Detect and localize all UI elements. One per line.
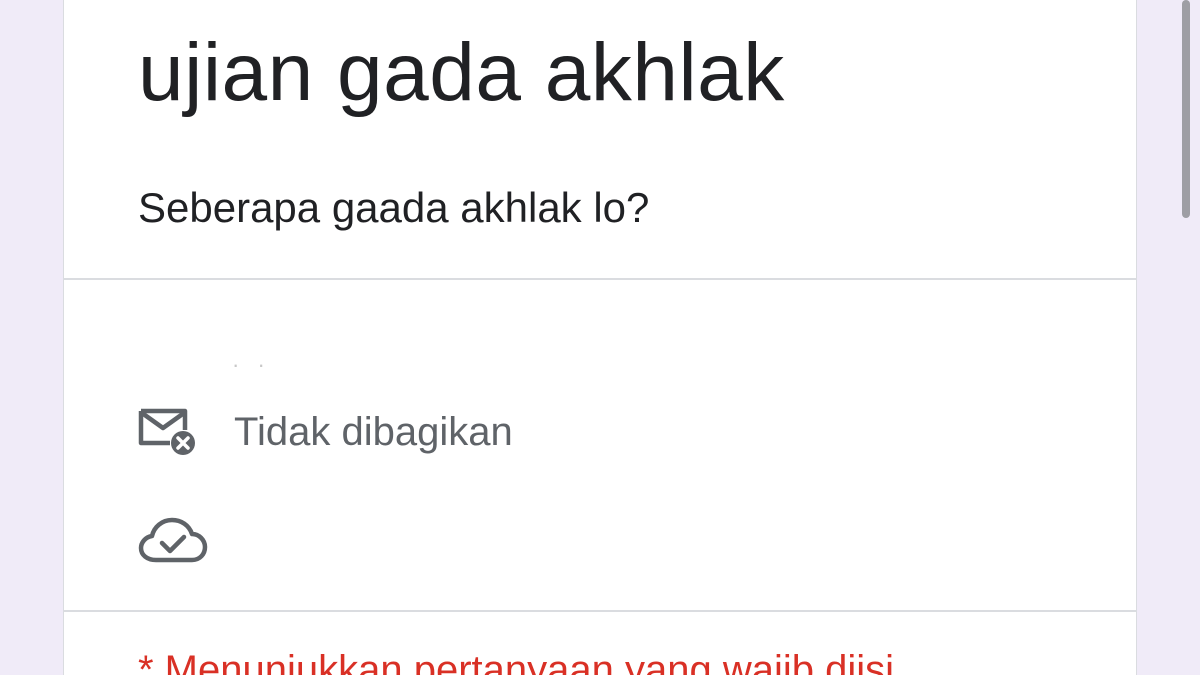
cloud-check-icon: [138, 512, 210, 568]
required-note-card: * Menunjukkan pertanyaan yang wajib diis…: [63, 612, 1137, 675]
scrollbar[interactable]: [1182, 0, 1190, 218]
mail-not-shared-icon: [138, 404, 210, 460]
form-description: Seberapa gaada akhlak lo?: [138, 184, 650, 231]
required-note: * Menunjukkan pertanyaan yang wajib diis…: [138, 648, 895, 675]
email-status-label: Tidak dibagikan: [234, 409, 513, 454]
account-card: · · Tidak dibagikan: [63, 280, 1137, 610]
hidden-email: · ·: [232, 352, 271, 377]
email-status-row: Tidak dibagikan: [138, 404, 513, 460]
form-title: ujian gada akhlak: [138, 27, 785, 118]
form-page: ujian gada akhlak Seberapa gaada akhlak …: [0, 0, 1200, 675]
save-status-row: [138, 512, 210, 568]
form-header-card: ujian gada akhlak Seberapa gaada akhlak …: [63, 0, 1137, 278]
